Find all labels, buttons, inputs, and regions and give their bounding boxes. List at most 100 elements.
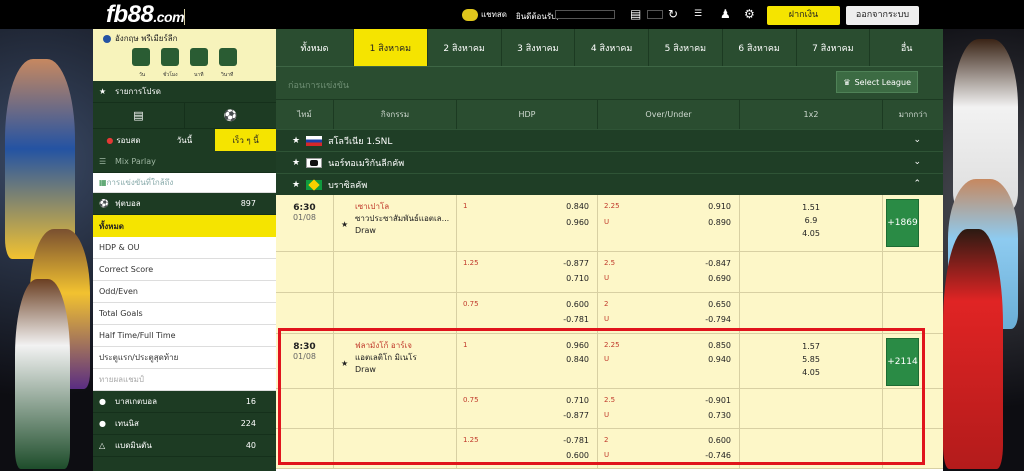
star-icon[interactable]: ★ [292, 136, 300, 146]
date-tab[interactable]: 2 สิงหาคม [426, 29, 501, 66]
date-tab-active[interactable]: 1 สิงหาคม [353, 29, 427, 66]
odds-button[interactable]: -0.901 [705, 396, 731, 405]
mix-parlay-row[interactable]: ☰ Mix Parlay [93, 151, 276, 173]
col-hdp: HDP [457, 100, 598, 129]
odds-button[interactable]: -0.781 [563, 315, 589, 324]
settings-icon[interactable]: ⚙ [744, 7, 755, 21]
sport-badminton[interactable]: △ แบดมินตัน 40 [93, 435, 276, 457]
left-promo-banner[interactable] [0, 29, 93, 471]
odds-button[interactable]: 0.890 [708, 218, 731, 227]
tab-early[interactable]: เร็ว ๆ นี้ [215, 129, 276, 151]
odds-button[interactable]: 0.600 [566, 451, 589, 460]
upcoming-row[interactable]: ▦ การแข่งขันที่ใกล้ถึง [93, 173, 276, 193]
empty-cell [740, 389, 883, 428]
star-icon[interactable]: ★ [341, 219, 348, 231]
logout-button[interactable]: ออกจากระบบ [846, 6, 919, 25]
sports-sidebar: อังกฤษ พรีเมียร์ลีก วัน ชั่วโมง นาที วิน… [93, 29, 276, 471]
countdown-promo[interactable]: อังกฤษ พรีเมียร์ลีก วัน ชั่วโมง นาที วิน… [93, 29, 276, 81]
odds-button[interactable]: 4.05 [740, 366, 882, 379]
bet-slip-icon[interactable]: ▤ [93, 103, 184, 128]
select-league-button[interactable]: ♛ Select League [836, 71, 918, 93]
bet-type-outright[interactable]: ทายผลแชมป์ [93, 369, 276, 391]
tab-live[interactable]: ● รอบสด [93, 129, 154, 151]
odds-button[interactable]: 0.850 [708, 341, 731, 350]
bet-type-first-last-goal[interactable]: ประตูแรก/ประตูสุดท้าย [93, 347, 276, 369]
bet-type-ht-ft[interactable]: Half Time/Full Time [93, 325, 276, 347]
north-america-flag-icon [306, 157, 323, 168]
odds-button[interactable]: 0.840 [566, 202, 589, 211]
sport-name: เทนนิส [115, 419, 139, 428]
bet-type-all[interactable]: ทั้งหมด [93, 215, 276, 237]
draw-label: Draw [355, 226, 376, 235]
refresh-icon[interactable]: ↻ [668, 7, 678, 21]
sport-football[interactable]: ⚽ ฟุตบอล 897 [93, 193, 276, 215]
wallet-icon[interactable]: ▤ [630, 7, 641, 21]
date-tab[interactable]: 6 สิงหาคม [721, 29, 796, 66]
star-icon[interactable]: ★ [292, 158, 300, 168]
date-tab[interactable]: 5 สิงหาคม [648, 29, 722, 66]
date-tab[interactable]: 7 สิงหาคม [795, 29, 870, 66]
league-row[interactable]: ★ สโลวีเนีย 1.SNL ⌄ [276, 129, 943, 151]
odds-button[interactable]: 0.710 [566, 396, 589, 405]
profile-icon[interactable]: ♟ [720, 7, 731, 21]
bet-type-correct-score[interactable]: Correct Score [93, 259, 276, 281]
sport-basketball[interactable]: ● บาสเกตบอล 16 [93, 391, 276, 413]
odds-button[interactable]: -0.781 [563, 436, 589, 445]
odds-button[interactable]: 0.940 [708, 355, 731, 364]
football-icon[interactable]: ⚽ [184, 103, 276, 128]
league-row[interactable]: ★ บราซิลคัพ ⌃ [276, 173, 943, 195]
favorites-row[interactable]: ★ รายการโปรด [93, 81, 276, 103]
right-promo-banner[interactable] [943, 29, 1024, 471]
fb88-logo[interactable]: fb88.com [106, 1, 186, 29]
chevron-down-icon[interactable]: ⌄ [913, 157, 921, 167]
list-icon: ▦ [99, 178, 107, 187]
odds-button[interactable]: 1.57 [740, 340, 882, 353]
odds-button[interactable]: 0.910 [708, 202, 731, 211]
odds-button[interactable]: -0.877 [563, 411, 589, 420]
league-name: บราซิลคัพ [328, 180, 368, 191]
match-alt-line: 1.25 -0.877 0.710 2.5 U -0.847 0.690 [276, 252, 943, 293]
tab-today[interactable]: วันนี้ [154, 129, 215, 151]
odds-button[interactable]: 0.730 [708, 411, 731, 420]
odds-button[interactable]: 0.600 [566, 300, 589, 309]
odds-button[interactable]: 0.960 [566, 341, 589, 350]
odds-button[interactable]: -0.746 [705, 451, 731, 460]
logo-suffix: .com [153, 9, 186, 25]
bet-type-total-goals[interactable]: Total Goals [93, 303, 276, 325]
date-tab[interactable]: ทั้งหมด [276, 29, 353, 66]
odds-button[interactable]: -0.877 [563, 259, 589, 268]
odds-button[interactable]: 0.600 [708, 436, 731, 445]
sport-name: ฟุตบอล [115, 199, 141, 208]
live-chat-button[interactable]: แชทสด [462, 8, 507, 21]
odds-button[interactable]: 0.710 [566, 274, 589, 283]
star-icon[interactable]: ★ [292, 180, 300, 190]
col-time: ไทม์ [276, 100, 334, 129]
odds-button[interactable]: 0.960 [566, 218, 589, 227]
rewards-icon[interactable]: ☰ [694, 7, 702, 21]
bet-type-odd-even[interactable]: Odd/Even [93, 281, 276, 303]
more-markets-button[interactable]: +1869 [886, 199, 919, 247]
chevron-up-icon[interactable]: ⌃ [913, 179, 921, 189]
odds-button[interactable]: 4.05 [740, 227, 882, 240]
odds-button[interactable]: 6.9 [740, 214, 882, 227]
date-tab[interactable]: 3 สิงหาคม [500, 29, 575, 66]
more-markets-button[interactable]: +2114 [886, 338, 919, 386]
odds-button[interactable]: 0.840 [566, 355, 589, 364]
odds-button[interactable]: -0.847 [705, 259, 731, 268]
odds-button[interactable]: 5.85 [740, 353, 882, 366]
odds-button[interactable]: 0.650 [708, 300, 731, 309]
star-icon[interactable]: ★ [341, 358, 348, 370]
odds-button[interactable]: -0.794 [705, 315, 731, 324]
date-tab[interactable]: 4 สิงหาคม [574, 29, 648, 66]
deposit-button[interactable]: ฝากเงิน [767, 6, 840, 25]
date-tab[interactable]: อื่น [869, 29, 943, 66]
sport-tennis[interactable]: ● เทนนิส 224 [93, 413, 276, 435]
empty-cell [740, 252, 883, 292]
chevron-down-icon[interactable]: ⌄ [913, 135, 921, 145]
odds-button[interactable]: 0.690 [708, 274, 731, 283]
bet-type-hdp-ou[interactable]: HDP & OU [93, 237, 276, 259]
odds-button[interactable]: 1.51 [740, 201, 882, 214]
sport-count: 897 [240, 199, 256, 208]
league-row[interactable]: ★ นอร์ทอเมริกันลีกคัพ ⌄ [276, 151, 943, 173]
league-name: นอร์ทอเมริกันลีกคัพ [328, 158, 405, 169]
